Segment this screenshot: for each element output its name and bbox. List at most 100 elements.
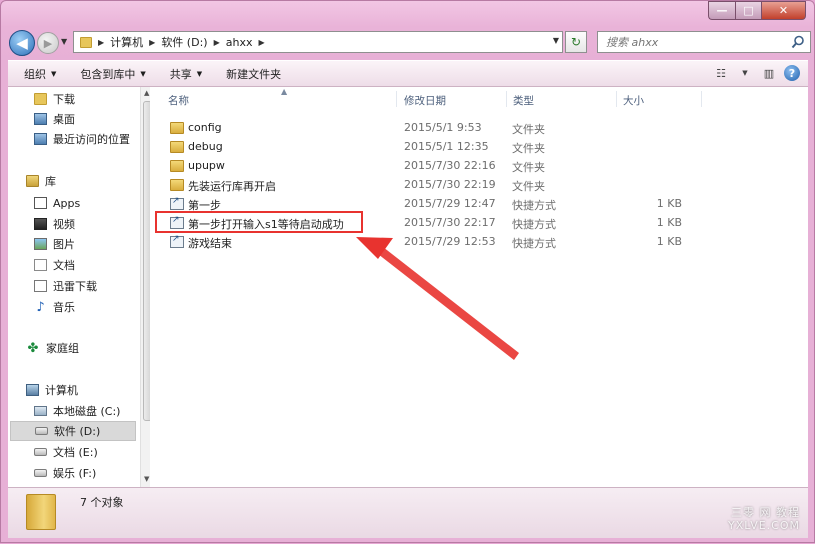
file-type: 文件夹	[512, 161, 545, 174]
sidebar-item-label: 下载	[53, 93, 75, 106]
system-drive-icon	[34, 406, 47, 416]
videos-library-icon	[34, 218, 47, 230]
watermark-line-2: YXLVE.COM	[728, 519, 800, 532]
column-header-size[interactable]: 大小	[623, 93, 644, 107]
sidebar-item-label: 最近访问的位置	[53, 133, 130, 146]
refresh-button[interactable]: ↻	[565, 31, 587, 53]
sidebar-item-drive-f[interactable]: 娱乐 (F:)	[34, 463, 150, 483]
file-row[interactable]: 先装运行库再开启 2015/7/30 22:19 文件夹	[162, 176, 702, 195]
new-folder-button[interactable]: 新建文件夹	[218, 61, 289, 86]
sidebar-item-label: 音乐	[53, 301, 75, 314]
breadcrumb-separator[interactable]: ▶	[149, 38, 155, 47]
file-size: 1 KB	[656, 235, 682, 248]
sidebar-item-label: 家庭组	[46, 342, 79, 355]
annotation-highlight-box	[155, 211, 363, 233]
sidebar-item-drive-d[interactable]: 软件 (D:)	[10, 421, 136, 441]
organize-menu[interactable]: 组织 ▼	[16, 61, 64, 86]
column-divider[interactable]	[506, 91, 507, 107]
sidebar-item-pictures[interactable]: 图片	[34, 234, 150, 254]
view-controls: ☷ ▼ ▥ ?	[712, 64, 800, 82]
back-button[interactable]: ◀	[9, 30, 35, 56]
new-folder-label: 新建文件夹	[226, 67, 282, 81]
file-name: 先装运行库再开启	[188, 180, 276, 193]
sidebar-item-desktop[interactable]: 桌面	[34, 109, 150, 129]
maximize-button[interactable]: □	[735, 1, 761, 20]
address-folder-icon	[80, 36, 92, 48]
view-dropdown-icon[interactable]: ▼	[736, 64, 754, 82]
column-divider[interactable]	[701, 91, 702, 107]
address-bar[interactable]: ▶ 计算机 ▶ 软件 (D:) ▶ ahxx ▶ ▼	[73, 31, 563, 53]
drive-icon	[34, 448, 47, 456]
sidebar-item-apps[interactable]: Apps	[34, 193, 150, 213]
chevron-down-icon: ▼	[51, 69, 57, 78]
column-header-name[interactable]: 名称	[168, 93, 189, 107]
command-bar: 组织 ▼ 包含到库中 ▼ 共享 ▼ 新建文件夹 ☷ ▼ ▥ ?	[8, 60, 808, 87]
column-divider[interactable]	[396, 91, 397, 107]
watermark: 三零 网 教程 YXLVE.COM	[728, 506, 800, 532]
column-divider[interactable]	[616, 91, 617, 107]
apps-library-icon	[34, 197, 47, 209]
breadcrumb-separator[interactable]: ▶	[98, 38, 104, 47]
content-area: 下载 桌面 最近访问的位置 库 Apps 视频 图片 文档 迅雷下载 ♪ 音乐 ✤…	[8, 87, 808, 487]
sidebar-item-label: 视频	[53, 218, 75, 231]
desktop-folder-icon	[34, 113, 47, 125]
file-modified: 2015/7/29 12:53	[404, 235, 496, 248]
forward-button[interactable]: ▶	[37, 32, 59, 54]
share-label: 共享	[169, 67, 192, 81]
details-pane: 7 个对象 三零 网 教程 YXLVE.COM	[8, 487, 808, 538]
scroll-up-icon[interactable]: ▲	[144, 89, 149, 97]
navigation-scrollbar[interactable]: ▲ ▼	[140, 87, 150, 487]
breadcrumb-computer[interactable]: 计算机	[110, 34, 143, 50]
file-type: 快捷方式	[512, 218, 556, 231]
navigation-pane: 下载 桌面 最近访问的位置 库 Apps 视频 图片 文档 迅雷下载 ♪ 音乐 ✤…	[8, 87, 150, 487]
sidebar-item-libraries[interactable]: 库	[26, 171, 150, 191]
sidebar-item-downloads[interactable]: 下载	[34, 89, 150, 109]
view-options-icon[interactable]: ☷	[712, 64, 730, 82]
sidebar-item-music[interactable]: ♪ 音乐	[34, 297, 150, 317]
sidebar-item-documents[interactable]: 文档	[34, 255, 150, 275]
column-header-type[interactable]: 类型	[513, 93, 534, 107]
scroll-down-icon[interactable]: ▼	[144, 475, 149, 483]
column-header-modified[interactable]: 修改日期	[404, 93, 446, 107]
file-modified: 2015/5/1 12:35	[404, 140, 489, 153]
file-type: 快捷方式	[512, 237, 556, 250]
address-dropdown-icon[interactable]: ▼	[553, 36, 559, 45]
sidebar-item-label: 图片	[53, 238, 75, 251]
breadcrumb-separator[interactable]: ▶	[214, 38, 220, 47]
folder-icon	[170, 179, 184, 191]
search-icon[interactable]	[791, 35, 805, 49]
navigation-bar: ◀ ▶ ▼ ▶ 计算机 ▶ 软件 (D:) ▶ ahxx ▶ ▼ ↻	[7, 29, 811, 56]
column-header-row: ▲ 名称 修改日期 类型 大小	[156, 87, 808, 111]
sidebar-item-computer[interactable]: 计算机	[26, 380, 150, 400]
sidebar-item-homegroup[interactable]: ✤ 家庭组	[26, 338, 150, 358]
sidebar-item-label: 本地磁盘 (C:)	[53, 405, 121, 418]
sidebar-item-drive-e[interactable]: 文档 (E:)	[34, 442, 150, 462]
minimize-button[interactable]: —	[708, 1, 735, 20]
close-button[interactable]: ✕	[761, 1, 806, 20]
preview-pane-icon[interactable]: ▥	[760, 64, 778, 82]
folder-icon	[170, 160, 184, 172]
sidebar-item-videos[interactable]: 视频	[34, 214, 150, 234]
recent-pages-dropdown[interactable]: ▼	[61, 37, 67, 46]
caption-buttons: — □ ✕	[708, 1, 806, 20]
file-row[interactable]: config 2015/5/1 9:53 文件夹	[162, 119, 702, 138]
search-box[interactable]	[597, 31, 811, 53]
breadcrumb-separator[interactable]: ▶	[258, 38, 264, 47]
breadcrumb-ahxx[interactable]: ahxx	[226, 36, 253, 49]
file-row[interactable]: upupw 2015/7/30 22:16 文件夹	[162, 157, 702, 176]
libraries-icon	[26, 175, 39, 187]
include-in-library-menu[interactable]: 包含到库中 ▼	[72, 61, 153, 86]
help-icon[interactable]: ?	[784, 65, 800, 81]
sidebar-item-drive-c[interactable]: 本地磁盘 (C:)	[34, 401, 150, 421]
scrollbar-thumb[interactable]	[143, 101, 150, 421]
breadcrumb-drive-d[interactable]: 软件 (D:)	[161, 34, 207, 50]
file-row[interactable]: 游戏结束 2015/7/29 12:53 快捷方式 1 KB	[162, 233, 702, 252]
sidebar-item-label: 文档	[53, 259, 75, 272]
shortcut-icon	[170, 196, 184, 210]
sidebar-item-recent-places[interactable]: 最近访问的位置	[34, 129, 150, 149]
sidebar-item-thunder-download[interactable]: 迅雷下载	[34, 276, 150, 296]
search-input[interactable]	[604, 34, 788, 50]
share-menu[interactable]: 共享 ▼	[162, 61, 210, 86]
file-row[interactable]: debug 2015/5/1 12:35 文件夹	[162, 138, 702, 157]
file-modified: 2015/7/30 22:17	[404, 216, 496, 229]
